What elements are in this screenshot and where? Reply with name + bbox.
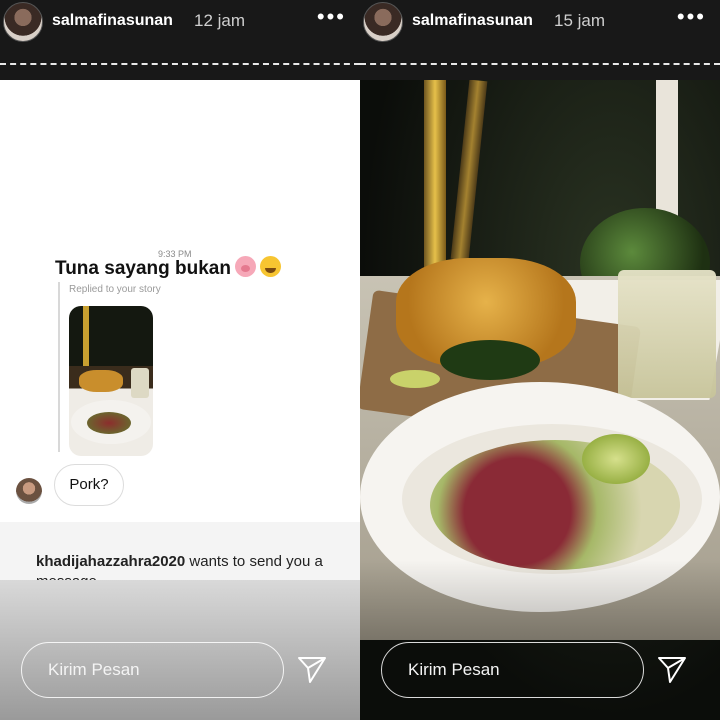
story-header: salmafinasunan 15 jam ••• (360, 0, 720, 80)
story-header: salmafinasunan 12 jam ••• (0, 0, 360, 80)
more-horizontal-icon[interactable]: ••• (677, 4, 706, 30)
send-message-input[interactable] (21, 642, 284, 698)
palm-trunk (450, 80, 488, 261)
message-title: Tuna sayang bukan (55, 256, 281, 280)
message-request-banner[interactable]: khadijahazzahra2020 wants to send you a … (0, 522, 360, 580)
story-progress-bar (0, 63, 360, 65)
reply-quote-line (58, 282, 60, 452)
profile-avatar[interactable] (363, 2, 403, 42)
story-panel-left[interactable]: salmafinasunan 12 jam ••• 9:33 PM Tuna s… (0, 0, 360, 720)
username[interactable]: salmafinasunan (412, 12, 533, 30)
story-timestamp: 15 jam (554, 11, 606, 30)
username[interactable]: salmafinasunan (52, 12, 173, 30)
lime (582, 434, 650, 484)
message-title-text: Tuna sayang bukan (55, 258, 231, 279)
message-request-text: khadijahazzahra2020 wants to send you a … (36, 552, 336, 580)
story-thumbnail[interactable] (69, 306, 153, 456)
request-username: khadijahazzahra2020 (36, 553, 186, 570)
pig-emoji-icon (234, 256, 256, 277)
thumb-fries (79, 370, 123, 392)
sender-avatar[interactable] (16, 478, 42, 504)
story-panel-right[interactable]: salmafinasunan 15 jam ••• (360, 0, 720, 720)
lime (390, 370, 440, 388)
message-bubble: Pork? (54, 464, 124, 506)
profile-avatar[interactable] (3, 2, 43, 42)
drink-glass (618, 270, 716, 398)
crying-emoji-icon (259, 256, 281, 277)
send-icon[interactable] (296, 654, 328, 686)
story-progress-bar (360, 63, 720, 65)
more-horizontal-icon[interactable]: ••• (317, 4, 346, 30)
greens (440, 340, 540, 380)
photo-shade (360, 560, 720, 640)
thumb-food (87, 412, 131, 434)
pillar (656, 80, 678, 230)
thumb-palm (83, 306, 89, 366)
replied-to-story-label: Replied to your story (69, 284, 161, 295)
thumb-glass (131, 368, 149, 398)
send-icon[interactable] (656, 654, 688, 686)
story-timestamp: 12 jam (194, 11, 246, 30)
send-message-input[interactable] (381, 642, 644, 698)
